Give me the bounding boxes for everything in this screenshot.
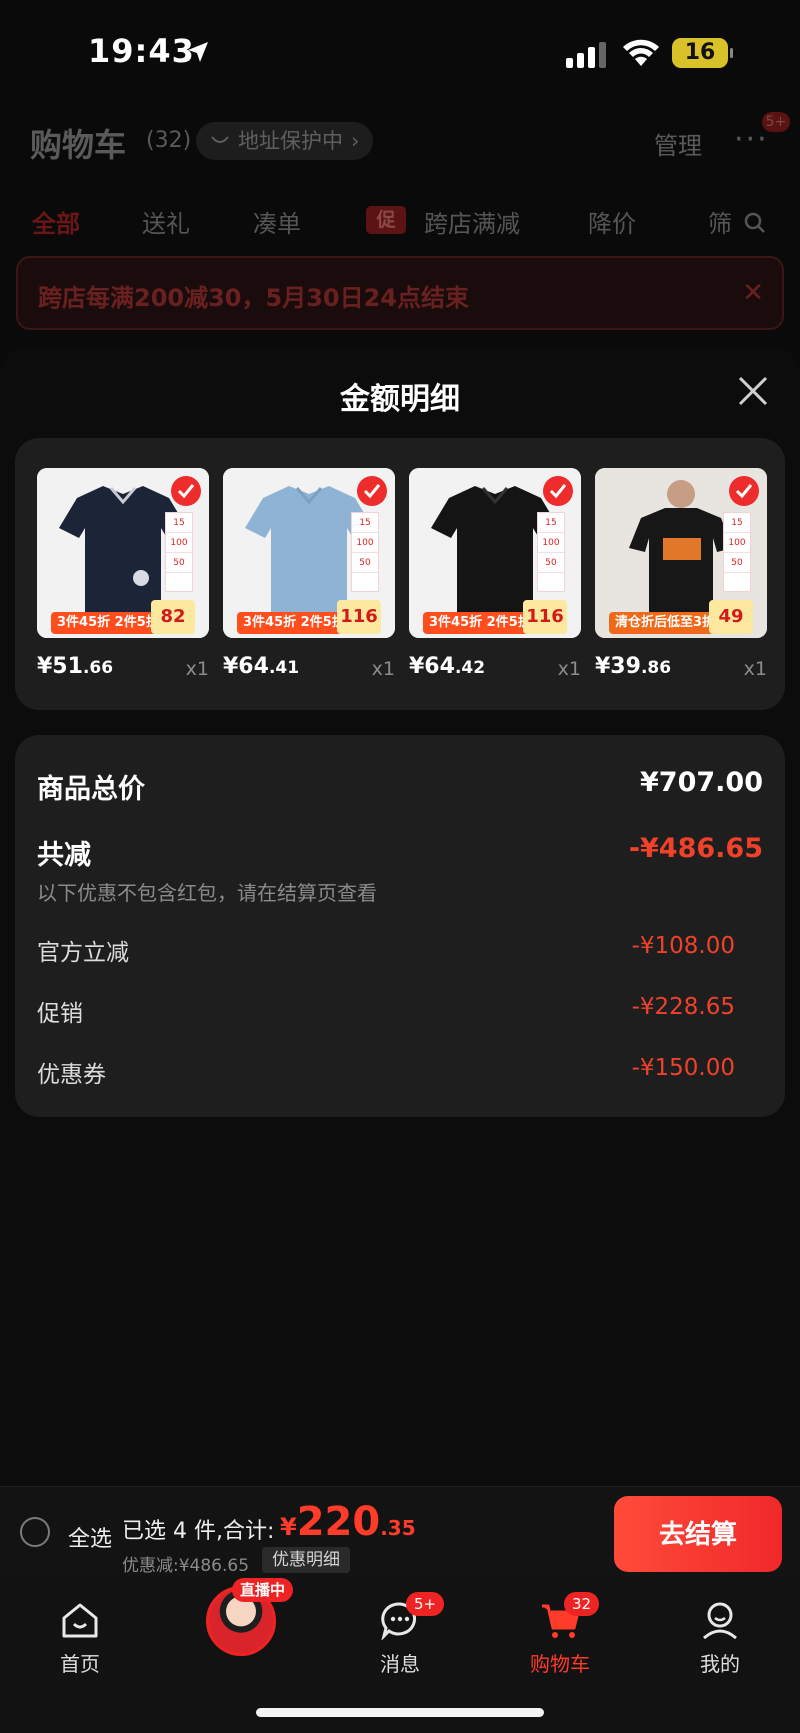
amount-detail-sheet: 金额明细 15 100 50 3件45折 2件5折 82 ¥51.66 x1 1… <box>0 350 800 1486</box>
checkout-bar: 全选 已选 4 件,合计: ¥220.35 优惠减:¥486.65 优惠明细 去… <box>0 1486 800 1578</box>
promo-strip: 3件45折 2件5折 <box>237 612 347 634</box>
cellular-signal-icon <box>566 42 606 68</box>
close-icon[interactable] <box>736 374 770 408</box>
live-tag: 直播中 <box>232 1578 294 1602</box>
tab-combine[interactable]: 凑单 <box>253 204 301 239</box>
official-discount-value: -¥108.00 <box>631 933 735 959</box>
product-item[interactable]: 15 100 50 3件45折 2件5折 82 ¥51.66 x1 <box>37 468 209 680</box>
cart-title: 购物车 <box>30 126 127 164</box>
product-item[interactable]: 15 100 50 清仓折后低至3折 49 ¥39.86 x1 <box>595 468 767 680</box>
price-chip: 116 <box>337 600 381 634</box>
product-image: 15 100 50 3件45折 2件5折 82 <box>37 468 209 638</box>
home-indicator <box>256 1708 544 1717</box>
promo-banner: 跨店每满200减30，5月30日24点结束 ✕ <box>16 256 784 330</box>
price-ladder: 15 100 50 <box>537 512 565 592</box>
price-chip: 116 <box>523 600 567 634</box>
tab-cart-label: 购物车 <box>530 1652 590 1676</box>
bottom-tab-bar: 首页 直播中 5+ 消息 32 购物车 我的 <box>0 1578 800 1733</box>
price-chip: 82 <box>151 600 195 634</box>
promo-strip: 清仓折后低至3折 <box>609 612 719 634</box>
tab-home-label: 首页 <box>60 1652 100 1676</box>
sheet-title: 金额明细 <box>340 382 460 417</box>
selected-check-icon[interactable] <box>357 476 387 506</box>
selected-summary: 已选 4 件,合计: <box>122 1519 275 1544</box>
select-all-label[interactable]: 全选 <box>68 1521 112 1553</box>
tab-cart[interactable]: 32 购物车 <box>500 1588 620 1678</box>
tab-price-drop[interactable]: 降价 <box>588 204 636 239</box>
products-card: 15 100 50 3件45折 2件5折 82 ¥51.66 x1 15 100… <box>15 438 785 710</box>
product-price: ¥64.42 <box>409 654 486 679</box>
more-badge: 5+ <box>762 112 790 132</box>
promotion-value: -¥228.65 <box>631 994 735 1020</box>
tab-messages[interactable]: 5+ 消息 <box>340 1588 460 1678</box>
select-all-radio[interactable] <box>20 1517 50 1547</box>
product-qty: x1 <box>743 658 767 680</box>
banner-close-icon[interactable]: ✕ <box>742 278 764 308</box>
user-icon <box>703 1602 737 1640</box>
total-reduce-value: -¥486.65 <box>628 833 763 864</box>
price-ladder: 15 100 50 <box>723 512 751 592</box>
coupon-value: -¥150.00 <box>631 1055 735 1081</box>
product-qty: x1 <box>557 658 581 680</box>
tab-cross-store[interactable]: 跨店满减 <box>424 204 520 239</box>
product-qty: x1 <box>371 658 395 680</box>
battery-indicator: 16 <box>672 38 733 68</box>
product-qty: x1 <box>185 658 209 680</box>
coupon-label: 优惠券 <box>37 1062 106 1088</box>
product-item[interactable]: 15 100 50 3件45折 2件5折 116 ¥64.42 x1 <box>409 468 581 680</box>
manage-button[interactable]: 管理 <box>654 126 702 161</box>
discount-note: 以下优惠不包含红包，请在结算页查看 <box>37 881 377 905</box>
promo-banner-text: 跨店每满200减30，5月30日24点结束 <box>38 284 469 312</box>
tab-all[interactable]: 全部 <box>32 204 80 239</box>
selected-check-icon[interactable] <box>171 476 201 506</box>
cart-background: 购物车 (32) 地址保护中 › 管理 ··· 5+ 全部 送礼 凑单 促 跨店… <box>0 100 800 350</box>
home-icon <box>62 1603 98 1638</box>
checkout-button[interactable]: 去结算 <box>614 1496 782 1572</box>
tab-filter[interactable]: 筛 <box>708 204 732 239</box>
cart-count: (32) <box>146 128 192 153</box>
total-reduce-label: 共减 <box>37 840 91 871</box>
promo-strip: 3件45折 2件5折 <box>423 612 533 634</box>
total-price-value: ¥707.00 <box>640 767 763 798</box>
product-price: ¥39.86 <box>595 654 672 679</box>
search-icon[interactable] <box>744 212 766 234</box>
promo-strip: 3件45折 2件5折 <box>51 612 161 634</box>
tab-messages-label: 消息 <box>380 1652 420 1676</box>
checkout-total: ¥220.35 <box>280 1499 416 1545</box>
promotion-label: 促销 <box>37 1001 83 1027</box>
selected-check-icon[interactable] <box>729 476 759 506</box>
price-summary-card: 商品总价 ¥707.00 共减 -¥486.65 以下优惠不包含红包，请在结算页… <box>15 735 785 1117</box>
address-protect-pill[interactable]: 地址保护中 › <box>196 122 374 160</box>
smile-icon <box>211 136 229 143</box>
product-image: 15 100 50 3件45折 2件5折 116 <box>409 468 581 638</box>
discount-detail-button[interactable]: 优惠明细 <box>262 1547 350 1573</box>
promo-tag: 促 <box>366 206 406 234</box>
tab-mine[interactable]: 我的 <box>660 1588 780 1678</box>
tab-gift[interactable]: 送礼 <box>142 204 190 239</box>
status-bar: 19:43 16 <box>0 0 800 100</box>
cart-badge: 32 <box>564 1592 600 1616</box>
discount-amount: 优惠减:¥486.65 <box>122 1556 250 1576</box>
tab-mine-label: 我的 <box>700 1652 740 1676</box>
wifi-icon <box>623 39 659 66</box>
chevron-right-icon: › <box>351 129 360 153</box>
selected-check-icon[interactable] <box>543 476 573 506</box>
total-price-label: 商品总价 <box>37 774 145 805</box>
product-image: 15 100 50 清仓折后低至3折 49 <box>595 468 767 638</box>
price-chip: 49 <box>709 600 753 634</box>
product-price: ¥51.66 <box>37 654 114 679</box>
status-time: 19:43 <box>88 32 195 70</box>
official-discount-label: 官方立减 <box>37 940 129 966</box>
product-item[interactable]: 15 100 50 3件45折 2件5折 116 ¥64.41 x1 <box>223 468 395 680</box>
product-image: 15 100 50 3件45折 2件5折 116 <box>223 468 395 638</box>
address-protect-label: 地址保护中 <box>238 129 343 153</box>
tab-home[interactable]: 首页 <box>20 1588 140 1678</box>
messages-badge: 5+ <box>406 1592 445 1616</box>
price-ladder: 15 100 50 <box>351 512 379 592</box>
price-ladder: 15 100 50 <box>165 512 193 592</box>
location-arrow-icon <box>188 42 208 62</box>
product-price: ¥64.41 <box>223 654 300 679</box>
